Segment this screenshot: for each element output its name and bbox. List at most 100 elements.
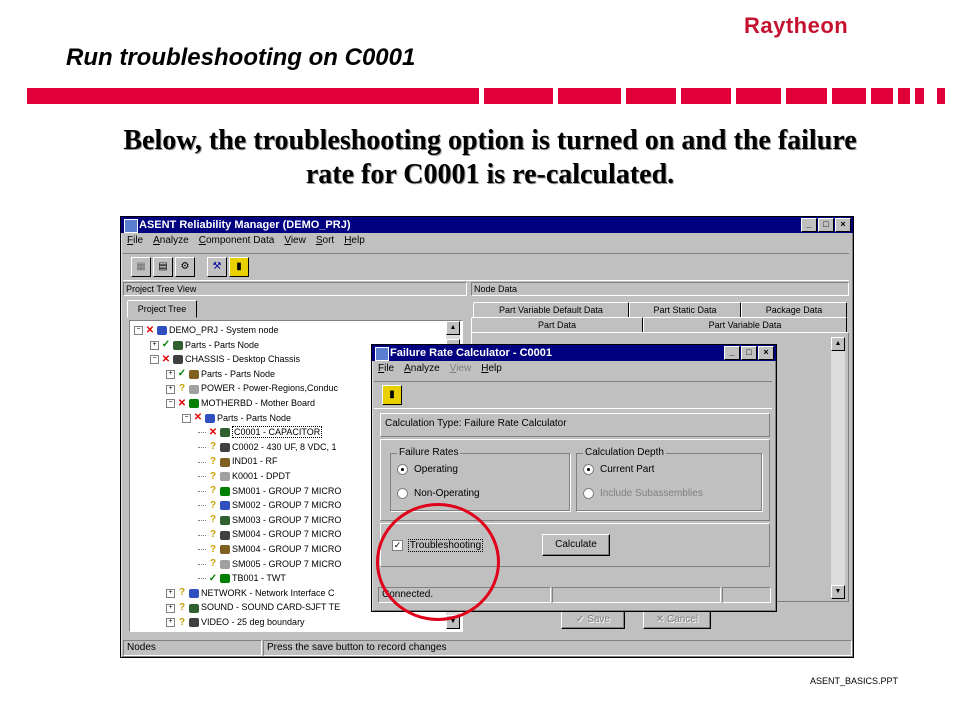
scroll-up-icon[interactable]: ▲ [446, 321, 460, 335]
include-subassemblies-radio[interactable]: Include Subassemblies [583, 488, 703, 499]
node-type-icon [220, 472, 230, 482]
tree-row[interactable]: − ✕ MOTHERBD - Mother Board [166, 396, 315, 410]
unknown-question-icon: ? [209, 499, 217, 511]
expander-icon[interactable]: − [182, 413, 191, 423]
menu-sort[interactable]: Sort [316, 233, 334, 249]
tree-row[interactable]: ? IND01 - RF [198, 454, 278, 468]
tree-row[interactable]: ✓ TB001 - TWT [198, 571, 286, 585]
tab-part-variable-data[interactable]: Part Variable Data [643, 317, 847, 333]
dialog-menu-file[interactable]: File [378, 361, 394, 377]
tree-row[interactable]: ? SM004 - GROUP 7 MICRO [198, 542, 341, 556]
footer-filename: ASENT_BASICS.PPT [810, 676, 899, 686]
node-scroll-up-icon[interactable]: ▲ [831, 337, 845, 351]
node-type-icon [205, 413, 215, 423]
node-type-icon [173, 340, 183, 350]
highlight-circle [376, 503, 500, 621]
unknown-question-icon: ? [209, 470, 217, 482]
dialog-maximize-button[interactable]: □ [741, 346, 757, 360]
tree-row[interactable]: + ✓ Parts - Parts Node [166, 367, 275, 381]
expander-icon[interactable]: + [166, 588, 175, 598]
menu-file[interactable]: File [127, 233, 143, 249]
include-subassemblies-label: Include Subassemblies [600, 488, 703, 500]
expander-icon[interactable]: − [166, 399, 175, 409]
tree-row-label: SM005 - GROUP 7 MICRO [232, 558, 342, 569]
dialog-toolbar: ▮ [374, 381, 772, 409]
tree-row-label: NETWORK - Network Interface C [201, 587, 335, 598]
cancel-button[interactable]: ✕ Cancel [643, 611, 711, 629]
save-button[interactable]: ✓ Save [561, 611, 625, 629]
tree-row-label: IND01 - RF [232, 456, 278, 467]
tree-row[interactable]: + ✓ Parts - Parts Node [150, 338, 259, 352]
tree-row-label: CHASSIS - Desktop Chassis [185, 354, 301, 365]
expander-icon[interactable]: + [166, 369, 175, 379]
dialog-menu-analyze[interactable]: Analyze [404, 361, 440, 377]
node-type-icon [220, 501, 230, 511]
save-label: Save [587, 614, 610, 625]
expander-icon[interactable]: + [166, 603, 175, 613]
calculate-button[interactable]: Calculate [542, 534, 610, 556]
expander-icon[interactable]: + [150, 340, 159, 350]
calculator-icon[interactable]: ▤ [153, 257, 173, 277]
tree-row[interactable]: ? K0001 - DPDT [198, 469, 291, 483]
minimize-button[interactable]: _ [801, 218, 817, 232]
close-button[interactable]: × [835, 218, 851, 232]
unknown-question-icon: ? [209, 514, 217, 526]
node-data-scrollbar[interactable]: ▲ ▼ [831, 337, 845, 599]
tab-part-data[interactable]: Part Data [471, 317, 643, 333]
node-type-icon [220, 545, 230, 555]
tree-row[interactable]: − ✕ Parts - Parts Node [182, 411, 291, 425]
operating-radio[interactable]: Operating [397, 464, 458, 475]
tree-row[interactable]: ? SM002 - GROUP 7 MICRO [198, 498, 341, 512]
menu-component-data[interactable]: Component Data [199, 233, 275, 249]
unknown-question-icon: ? [178, 602, 186, 614]
menu-help[interactable]: Help [344, 233, 365, 249]
menu-view[interactable]: View [284, 233, 306, 249]
tree-row[interactable]: ? SM004 - GROUP 7 MICRO [198, 527, 341, 541]
dialog-close-button[interactable]: × [758, 346, 774, 360]
wrench-icon[interactable]: ⚒ [207, 257, 227, 277]
operating-label: Operating [414, 464, 458, 476]
dialog-minimize-button[interactable]: _ [724, 346, 740, 360]
tree-row-label: K0001 - DPDT [232, 471, 291, 481]
expander-icon[interactable]: − [134, 326, 143, 336]
exit-door-icon[interactable]: ▮ [229, 257, 249, 277]
fail-x-icon: ✕ [145, 324, 155, 336]
tree-row[interactable]: +? POWER - Power-Regions,Conduc [166, 381, 338, 395]
current-part-radio[interactable]: Current Part [583, 464, 654, 475]
dialog-menu-help[interactable]: Help [481, 361, 502, 377]
unknown-question-icon: ? [178, 616, 186, 628]
unknown-question-icon: ? [209, 558, 217, 570]
tree-row[interactable]: ? SM005 - GROUP 7 MICRO [198, 557, 341, 571]
node-scroll-down-icon[interactable]: ▼ [831, 585, 845, 599]
ok-check-icon: ✓ [177, 368, 187, 380]
dialog-exit-door-icon[interactable]: ▮ [382, 385, 402, 405]
menu-analyze[interactable]: Analyze [153, 233, 189, 249]
tab-package-data[interactable]: Package Data [741, 302, 847, 318]
tab-part-static-data[interactable]: Part Static Data [629, 302, 741, 318]
tab-part-variable-default-data[interactable]: Part Variable Default Data [473, 302, 629, 318]
tree-row[interactable]: ? C0002 - 430 UF, 8 VDC, 1 [198, 440, 337, 454]
tree-row[interactable]: +? SOUND - SOUND CARD-SJFT TE [166, 600, 340, 614]
node-type-icon [220, 442, 230, 452]
tree-icon[interactable]: ▦ [131, 257, 151, 277]
gear-icon[interactable]: ⚙ [175, 257, 195, 277]
tree-row[interactable]: ? SM001 - GROUP 7 MICRO [198, 484, 341, 498]
expander-icon[interactable]: + [166, 618, 175, 628]
tree-row[interactable]: ✕ C0001 - CAPACITOR [198, 425, 323, 439]
tree-row[interactable]: ? SM003 - GROUP 7 MICRO [198, 513, 341, 527]
tree-row[interactable]: +? VIDEO - 25 deg boundary [166, 615, 305, 629]
expander-icon[interactable]: + [166, 384, 175, 394]
maximize-button[interactable]: □ [818, 218, 834, 232]
expander-icon[interactable]: − [150, 355, 159, 365]
tree-row-label: C0002 - 430 UF, 8 VDC, 1 [232, 441, 337, 452]
tree-row[interactable]: +? NETWORK - Network Interface C [166, 586, 335, 600]
tree-row[interactable]: − ✕ DEMO_PRJ - System node [134, 323, 279, 337]
calc-depth-label: Calculation Depth [583, 447, 666, 458]
tree-row-label: SOUND - SOUND CARD-SJFT TE [201, 602, 341, 613]
dialog-menu-view[interactable]: View [450, 361, 472, 377]
main-status-message: Press the save button to record changes [263, 640, 852, 656]
non-operating-radio[interactable]: Non-Operating [397, 488, 480, 499]
tab-project-tree[interactable]: Project Tree [127, 300, 197, 318]
tree-row[interactable]: − ✕ CHASSIS - Desktop Chassis [150, 352, 300, 366]
unknown-question-icon: ? [209, 529, 217, 541]
